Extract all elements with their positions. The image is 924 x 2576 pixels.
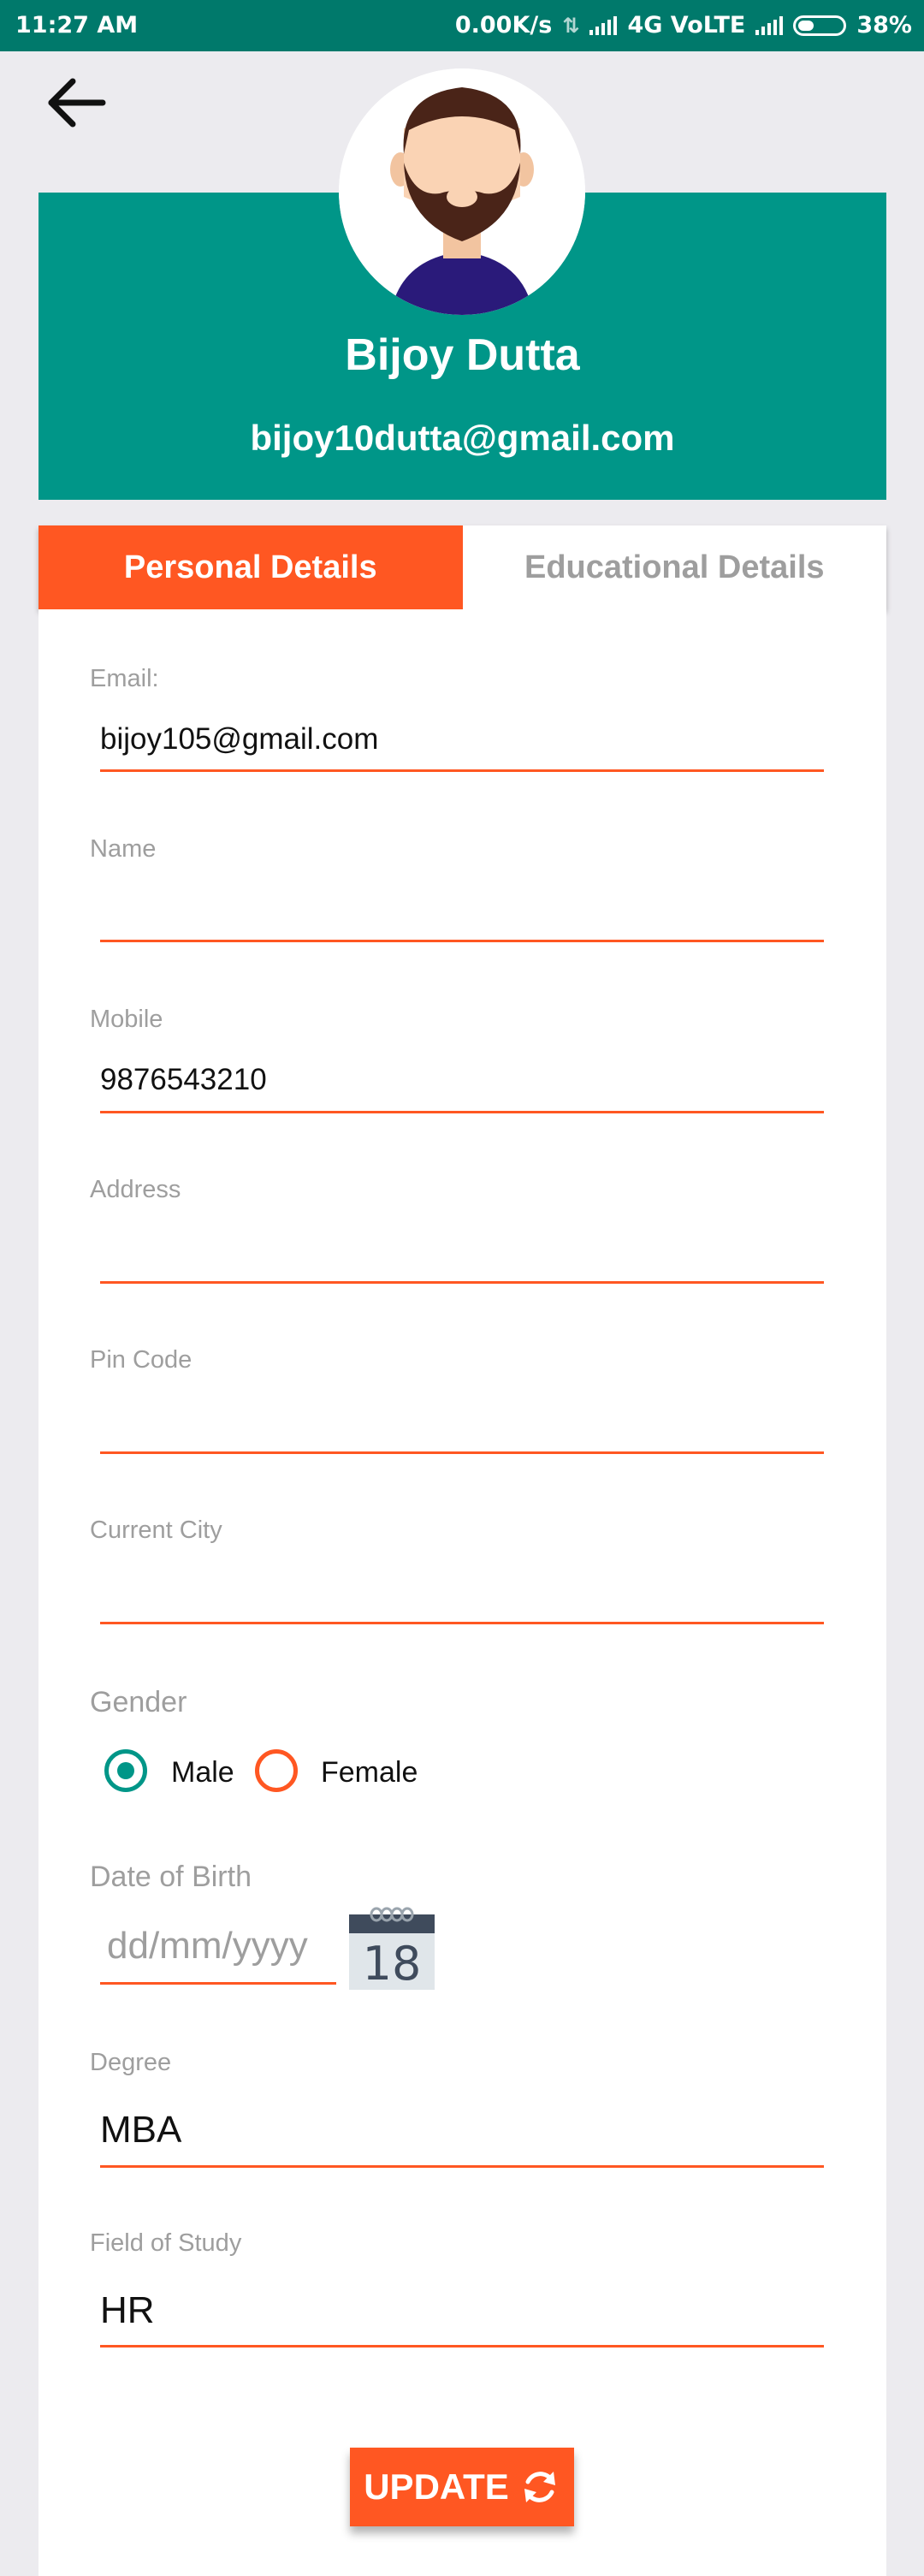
dob-label: Date of Birth: [90, 1861, 252, 1893]
dob-underline: [100, 1982, 336, 1985]
name-underline: [100, 940, 824, 942]
refresh-icon: [524, 2472, 555, 2502]
status-bar: 11:27 AM 0.00K/s ⇅ 4G VoLTE 38%: [0, 0, 924, 51]
current-city-field[interactable]: [100, 1575, 824, 1616]
arrow-left-icon: [48, 78, 106, 128]
status-time: 11:27 AM: [15, 12, 139, 39]
mobile-underline: [100, 1111, 824, 1113]
mobile-label: Mobile: [90, 1006, 163, 1033]
address-underline: [100, 1281, 824, 1284]
update-button[interactable]: UPDATE: [350, 2448, 574, 2526]
current-city-underline: [100, 1622, 824, 1624]
address-field[interactable]: [100, 1234, 824, 1275]
calendar-day: 18: [363, 1937, 422, 1991]
address-label: Address: [90, 1176, 181, 1203]
pin-code-field[interactable]: [100, 1404, 824, 1445]
pin-code-label: Pin Code: [90, 1346, 192, 1374]
signal-icon-2: [755, 15, 784, 35]
personal-details-form: Email: bijoy105@gmail.com Name Mobile 98…: [38, 609, 886, 2576]
gender-male-radio[interactable]: [104, 1749, 147, 1792]
network-type: 4G VoLTE: [627, 12, 746, 39]
data-transfer-icon: ⇅: [562, 13, 580, 38]
degree-label: Degree: [90, 2049, 172, 2076]
email-underline: [100, 769, 824, 772]
gender-female-radio[interactable]: [255, 1749, 298, 1792]
avatar-icon: [339, 68, 585, 315]
field-of-study-underline: [100, 2345, 824, 2347]
profile-name: Bijoy Dutta: [345, 330, 580, 380]
name-field[interactable]: [100, 893, 824, 935]
battery-level: 38%: [856, 12, 912, 39]
tab-personal-details[interactable]: Personal Details: [38, 525, 463, 609]
degree-field[interactable]: MBA: [100, 2109, 181, 2152]
pin-code-underline: [100, 1451, 824, 1454]
calendar-icon: 18: [349, 1907, 435, 1991]
email-label: Email:: [90, 665, 159, 692]
gender-label: Gender: [90, 1686, 187, 1718]
update-button-label: UPDATE: [364, 2466, 509, 2507]
field-of-study-label: Field of Study: [90, 2229, 242, 2257]
status-indicators: 0.00K/s ⇅ 4G VoLTE 38%: [455, 12, 912, 39]
details-tabs: Personal Details Educational Details: [38, 525, 886, 609]
calendar-button[interactable]: 18: [347, 1906, 436, 1991]
avatar: [339, 68, 585, 315]
email-field[interactable]: bijoy105@gmail.com: [100, 722, 378, 757]
dob-input[interactable]: dd/mm/yyyy: [107, 1925, 308, 1968]
gender-male-label[interactable]: Male: [171, 1756, 234, 1790]
battery-icon: [793, 15, 847, 36]
signal-icon: [589, 15, 618, 35]
field-of-study-field[interactable]: HR: [100, 2289, 155, 2332]
profile-email: bijoy10dutta@gmail.com: [250, 418, 675, 458]
name-label: Name: [90, 835, 157, 863]
tab-educational-details[interactable]: Educational Details: [462, 525, 886, 609]
degree-underline: [100, 2165, 824, 2168]
current-city-label: Current City: [90, 1517, 222, 1544]
gender-female-label[interactable]: Female: [321, 1756, 418, 1790]
mobile-field[interactable]: 9876543210: [100, 1063, 267, 1097]
back-button[interactable]: [44, 73, 113, 133]
network-speed: 0.00K/s: [454, 12, 553, 39]
